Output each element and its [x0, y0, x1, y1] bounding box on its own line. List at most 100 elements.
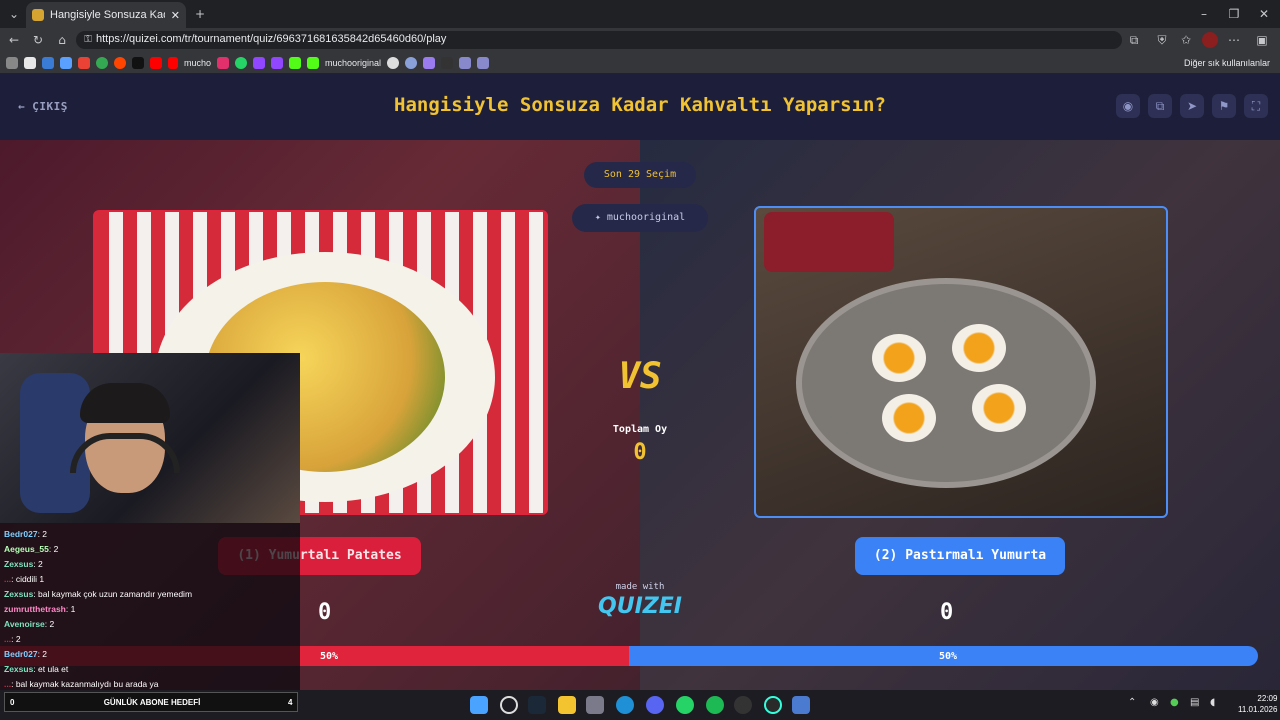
volume-icon[interactable]: ◖ [1210, 697, 1215, 708]
chat-text: : ciddili 1 [11, 574, 45, 584]
shield-bookmark-icon[interactable] [459, 56, 472, 69]
chat-overlay: Bedr027: 2 Aegeus_55: 2 Zexsus: 2...: cidd… [0, 523, 300, 690]
tab-title: Hangisiyle Sonsuza Kadar Kahvaltı [50, 9, 165, 21]
bookmark-mucho[interactable]: mucho [184, 58, 211, 68]
send-icon[interactable]: ➤ [1180, 94, 1204, 118]
chat-username[interactable]: Bedr027 [4, 529, 38, 539]
clock[interactable]: 22:09 11.01.2026 [1238, 693, 1277, 715]
chat-username[interactable]: Zexsus [4, 559, 33, 569]
chat-text: : bal kaymak çok uzun zamandır yemedim [33, 589, 193, 599]
folder-icon[interactable] [558, 696, 576, 714]
store-icon[interactable] [586, 696, 604, 714]
google-icon[interactable] [96, 56, 108, 69]
back-icon[interactable]: ← [6, 32, 22, 48]
instagram-icon[interactable] [217, 56, 230, 69]
bookmark-icon[interactable] [6, 56, 18, 69]
chat-message: Zexsus: et ula et [4, 662, 296, 677]
bookmark-muchooriginal[interactable]: muchooriginal [325, 58, 381, 68]
chat-username[interactable]: zumrutthetrash [4, 604, 66, 614]
new-tab-icon[interactable]: + [192, 6, 208, 22]
egg [872, 334, 926, 382]
flag-icon[interactable]: ⚑ [1212, 94, 1236, 118]
tab-list-icon[interactable]: ⌄ [6, 6, 22, 22]
app-icon[interactable] [792, 696, 810, 714]
network-icon[interactable]: ▤ [1190, 697, 1199, 708]
bookmark-icon[interactable] [423, 56, 436, 69]
eye-icon[interactable]: ◉ [1116, 94, 1140, 118]
clock-date: 11.01.2026 [1238, 705, 1278, 714]
discord-icon[interactable] [646, 696, 664, 714]
user-avatar-icon: ✦ [594, 212, 601, 223]
sidebar-icon[interactable]: ▣ [1254, 32, 1270, 48]
extensions-icon[interactable]: ⧉ [1126, 32, 1142, 48]
shield-bookmark-icon[interactable] [477, 56, 490, 69]
chat-text: : et ula et [33, 664, 69, 674]
bookmark-icon[interactable] [405, 56, 418, 69]
browser-tab[interactable]: Hangisiyle Sonsuza Kadar Kahvaltı ✕ [26, 2, 186, 28]
favorites-icon[interactable]: ✩ [1178, 32, 1194, 48]
whatsapp-icon[interactable] [235, 56, 248, 69]
twitch-icon[interactable] [253, 56, 266, 69]
shield-icon[interactable]: ⛨ [1154, 32, 1170, 48]
option-right-button[interactable]: (2) Pastırmalı Yumurta [855, 537, 1065, 575]
kick-icon[interactable] [307, 56, 320, 69]
microphone-icon[interactable]: ● [1170, 697, 1179, 708]
fullscreen-icon[interactable]: ⛶ [1244, 94, 1268, 118]
tm-icon[interactable] [441, 56, 454, 69]
app-icon[interactable] [764, 696, 782, 714]
whatsapp-taskbar-icon[interactable] [676, 696, 694, 714]
egg [952, 324, 1006, 372]
minimize-icon[interactable]: – [1196, 6, 1212, 22]
x-icon[interactable] [132, 56, 144, 69]
chat-username[interactable]: Zexsus [4, 589, 33, 599]
bookmark-icon[interactable] [387, 56, 400, 69]
user-name: muchooriginal [606, 212, 686, 223]
steam-icon[interactable] [528, 696, 546, 714]
chat-username[interactable]: Zexsus [4, 664, 33, 674]
pan [796, 278, 1096, 488]
chat-text: : 2 [37, 649, 48, 659]
close-window-icon[interactable]: ✕ [1256, 6, 1272, 22]
close-tab-icon[interactable]: ✕ [171, 9, 180, 22]
youtube-icon[interactable] [168, 56, 178, 69]
youtube-icon[interactable] [150, 56, 162, 69]
gmail-icon[interactable] [78, 56, 90, 69]
reload-icon[interactable]: ↻ [30, 32, 46, 48]
edge-icon[interactable] [616, 696, 634, 714]
lock-icon: ⚿ [84, 34, 92, 45]
bookmark-icon[interactable] [42, 56, 54, 69]
goal-target: 4 [288, 698, 293, 707]
bookmark-icon[interactable] [60, 56, 72, 69]
streamer-hair [80, 383, 170, 423]
webcam-overlay [0, 353, 300, 523]
bookmark-icon[interactable] [24, 56, 36, 69]
more-menu-icon[interactable]: ⋯ [1226, 32, 1242, 48]
obs-icon[interactable] [734, 696, 752, 714]
maximize-icon[interactable]: ❐ [1226, 6, 1242, 22]
chat-username[interactable]: Avenoirse [4, 619, 45, 629]
chat-message: Zexsus: bal kaymak çok uzun zamandır yem… [4, 587, 296, 602]
profile-icon[interactable] [1202, 32, 1218, 48]
chat-username[interactable]: Aegeus_55 [4, 544, 49, 554]
favicon-icon [32, 9, 44, 21]
chat-username[interactable]: Bedr027 [4, 649, 38, 659]
option-right-image[interactable] [754, 206, 1168, 518]
left-votes: 0 [318, 600, 332, 625]
user-badge: ✦ muchooriginal [572, 204, 708, 232]
copy-icon[interactable]: ⧉ [1148, 94, 1172, 118]
search-icon[interactable] [500, 696, 518, 714]
url-field[interactable]: https://quizei.com/tr/tournament/quiz/69… [76, 31, 1122, 49]
home-icon[interactable]: ⌂ [54, 32, 70, 48]
other-favorites[interactable]: Diğer sık kullanılanlar [1184, 58, 1270, 68]
right-votes: 0 [940, 600, 954, 625]
tray-chevron-icon[interactable]: ⌃ [1128, 697, 1136, 708]
twitch-icon[interactable] [271, 56, 284, 69]
kick-icon[interactable] [289, 56, 302, 69]
quizei-logo[interactable]: QUIZEI [590, 594, 690, 619]
tray-app-icon[interactable]: ◉ [1150, 697, 1159, 708]
chat-message: ...: ciddili 1 [4, 572, 296, 587]
chat-text: : bal kaymak kazanmalıydı bu arada ya [11, 679, 159, 689]
reddit-icon[interactable] [114, 56, 126, 69]
spotify-icon[interactable] [706, 696, 724, 714]
start-icon[interactable] [470, 696, 488, 714]
